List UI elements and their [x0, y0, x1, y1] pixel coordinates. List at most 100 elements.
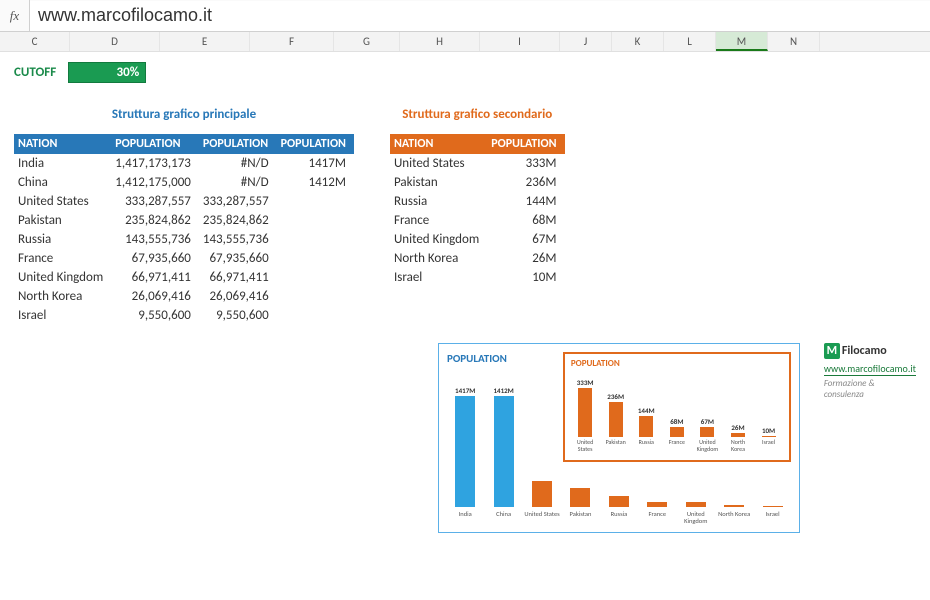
table-cell[interactable] — [277, 306, 354, 325]
table-cell[interactable]: 66,971,411 — [111, 268, 199, 287]
table-row[interactable]: United States333,287,557333,287,557 — [14, 192, 354, 211]
table-row[interactable]: United Kingdom67M — [390, 230, 565, 249]
table-cell[interactable]: United States — [390, 154, 487, 173]
table-cell[interactable]: United Kingdom — [390, 230, 487, 249]
chart-bar: 10M — [754, 426, 783, 437]
chart-bar: . — [639, 492, 675, 507]
table-cell[interactable]: Russia — [390, 192, 487, 211]
logo-url[interactable]: www.marcofilocamo.it — [824, 362, 916, 376]
formula-input[interactable] — [30, 1, 930, 31]
chart-inset: POPULATION 333M236M144M68M67M26M10M Unit… — [563, 352, 791, 462]
table-cell[interactable]: China — [14, 173, 111, 192]
table-cell[interactable]: North Korea — [14, 287, 111, 306]
table-cell[interactable]: 144M — [487, 192, 564, 211]
col-header-L[interactable]: L — [664, 32, 716, 51]
table-row[interactable]: Russia143,555,736143,555,736 — [14, 230, 354, 249]
table-row[interactable]: France67,935,66067,935,660 — [14, 249, 354, 268]
table-row[interactable]: Russia144M — [390, 192, 565, 211]
table-cell[interactable]: Israel — [14, 306, 111, 325]
table-cell[interactable]: 333,287,557 — [111, 192, 199, 211]
table-cell[interactable]: India — [14, 154, 111, 173]
chart-inset-xlabels: United StatesPakistanRussiaFranceUnited … — [571, 439, 783, 452]
chart-bar: 333M — [571, 378, 600, 437]
chart-xlabel: North Korea — [716, 511, 752, 525]
col-header-M[interactable]: M — [716, 32, 768, 51]
chart-inset-bars: 333M236M144M68M67M26M10M — [571, 371, 783, 437]
table-cell[interactable]: 26,069,416 — [199, 287, 277, 306]
table-cell[interactable]: 1417M — [277, 154, 354, 173]
chart-bar: 1417M — [447, 386, 483, 507]
table-cell[interactable]: 143,555,736 — [199, 230, 277, 249]
table-cell[interactable]: United Kingdom — [14, 268, 111, 287]
table-row[interactable]: United Kingdom66,971,41166,971,411 — [14, 268, 354, 287]
table-cell[interactable] — [277, 192, 354, 211]
table-cell[interactable]: 143,555,736 — [111, 230, 199, 249]
table-row[interactable]: Israel10M — [390, 268, 565, 287]
table-cell[interactable]: Israel — [390, 268, 487, 287]
table-cell[interactable]: 1,412,175,000 — [111, 173, 199, 192]
table-row[interactable]: North Korea26M — [390, 249, 565, 268]
table-row[interactable]: Pakistan235,824,862235,824,862 — [14, 211, 354, 230]
col-header-J[interactable]: J — [560, 32, 612, 51]
col-header-C[interactable]: C — [0, 32, 70, 51]
table-cell[interactable] — [277, 249, 354, 268]
chart-bar: . — [601, 486, 637, 507]
chart-xlabel: Pakistan — [562, 511, 598, 525]
col-header-H[interactable]: H — [400, 32, 480, 51]
chart-xlabel: Pakistan — [601, 439, 630, 452]
table-cell[interactable]: 26M — [487, 249, 564, 268]
table-cell[interactable]: #N/D — [199, 173, 277, 192]
table-row[interactable]: Pakistan236M — [390, 173, 565, 192]
table-cell[interactable]: 67M — [487, 230, 564, 249]
table-row[interactable]: France68M — [390, 211, 565, 230]
table-cell[interactable]: 67,935,660 — [111, 249, 199, 268]
table-cell[interactable]: 9,550,600 — [199, 306, 277, 325]
table-row[interactable]: United States333M — [390, 154, 565, 173]
cutoff-value-cell[interactable]: 30% — [68, 62, 146, 83]
logo-text: Filocamo — [842, 344, 887, 358]
table-cell[interactable]: France — [14, 249, 111, 268]
table-cell[interactable]: 235,824,862 — [199, 211, 277, 230]
table-row[interactable]: Israel9,550,6009,550,600 — [14, 306, 354, 325]
col-header-F[interactable]: F — [250, 32, 334, 51]
secondary-table[interactable]: NATIONPOPULATION United States333MPakist… — [390, 134, 565, 287]
table-cell[interactable]: 333M — [487, 154, 564, 173]
table-cell[interactable]: Pakistan — [390, 173, 487, 192]
col-header-I[interactable]: I — [480, 32, 560, 51]
col-header-E[interactable]: E — [160, 32, 250, 51]
fx-icon[interactable]: fx — [0, 0, 30, 32]
table-cell[interactable]: 67,935,660 — [199, 249, 277, 268]
table-cell[interactable]: 9,550,600 — [111, 306, 199, 325]
table-cell[interactable]: 68M — [487, 211, 564, 230]
col-header-D[interactable]: D — [70, 32, 160, 51]
table-cell[interactable] — [277, 211, 354, 230]
table-cell[interactable]: #N/D — [199, 154, 277, 173]
table-cell[interactable]: 333,287,557 — [199, 192, 277, 211]
chart-container[interactable]: POPULATION 1417M1412M....... IndiaChinaU… — [438, 343, 800, 533]
table-cell[interactable]: 26,069,416 — [111, 287, 199, 306]
col-header-N[interactable]: N — [768, 32, 820, 51]
main-table[interactable]: NATIONPOPULATIONPOPULATIONPOPULATION Ind… — [14, 134, 354, 325]
table-cell[interactable]: United States — [14, 192, 111, 211]
main-table-title: Struttura grafico principale — [14, 107, 354, 122]
table-row[interactable]: North Korea26,069,41626,069,416 — [14, 287, 354, 306]
table-cell[interactable] — [277, 230, 354, 249]
table-cell[interactable]: France — [390, 211, 487, 230]
col-header-G[interactable]: G — [334, 32, 400, 51]
table-cell[interactable]: 10M — [487, 268, 564, 287]
table-cell[interactable] — [277, 287, 354, 306]
table-cell[interactable] — [277, 268, 354, 287]
chart-xlabel: France — [639, 511, 675, 525]
table-cell[interactable]: 1412M — [277, 173, 354, 192]
table-cell[interactable]: 66,971,411 — [199, 268, 277, 287]
table-cell[interactable]: North Korea — [390, 249, 487, 268]
col-header-K[interactable]: K — [612, 32, 664, 51]
table-row[interactable]: China1,412,175,000#N/D1412M — [14, 173, 354, 192]
table-cell[interactable]: 236M — [487, 173, 564, 192]
chart-bar: 68M — [663, 417, 692, 437]
table-cell[interactable]: Russia — [14, 230, 111, 249]
table-cell[interactable]: Pakistan — [14, 211, 111, 230]
table-cell[interactable]: 1,417,173,173 — [111, 154, 199, 173]
table-cell[interactable]: 235,824,862 — [111, 211, 199, 230]
table-row[interactable]: India1,417,173,173#N/D1417M — [14, 154, 354, 173]
